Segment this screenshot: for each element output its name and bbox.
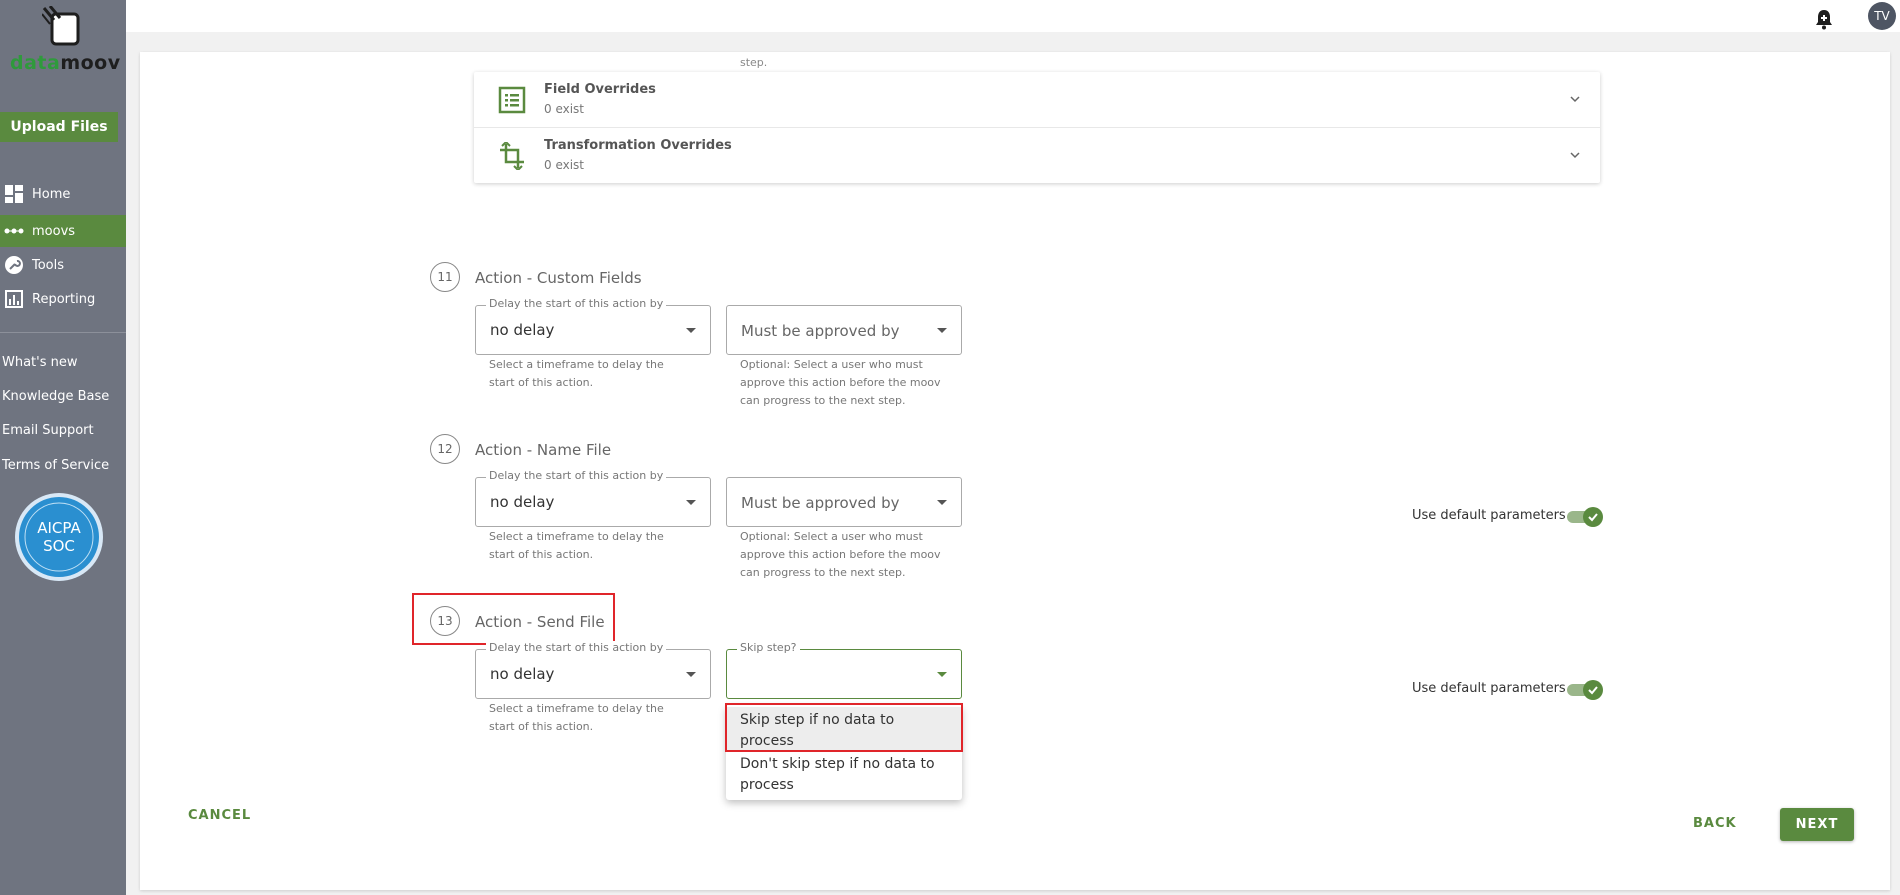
upload-files-button[interactable]: Upload Files [0,112,118,142]
default-params-toggle[interactable] [1567,680,1603,700]
overrides-panel: Field Overrides 0 exist Transformation O… [474,72,1600,183]
dropdown-arrow-icon [686,328,696,333]
field-overrides-count: 0 exist [544,102,585,116]
delay-select-label: Delay the start of this action by [486,641,667,654]
step-number-12: 12 [430,434,460,464]
notification-bell-icon[interactable] [1814,8,1834,30]
svg-text:AICPA: AICPA [37,519,81,537]
back-button[interactable]: BACK [1693,816,1737,831]
helper-text-tail: step. [740,56,768,69]
delay-select-value: no delay [490,321,555,339]
delay-select-label: Delay the start of this action by [486,469,667,482]
sidebar: datamoov Upload Files Home moovs Tools R… [0,0,126,895]
datamoov-logo[interactable]: datamoov [4,0,122,74]
dropdown-arrow-icon [686,672,696,677]
bar-chart-icon [4,289,24,309]
svg-text:SOC: SOC [43,537,75,555]
delay-helper-text: Select a timeframe to delay the start of… [489,358,664,389]
approver-helper-text: Optional: Select a user who must approve… [740,358,941,407]
sidebar-divider [0,332,126,333]
transformation-overrides-row[interactable]: Transformation Overrides 0 exist [474,127,1600,182]
approver-select-12[interactable]: Must be approved by [726,477,962,527]
sidebar-item-moovs[interactable]: moovs [0,215,126,247]
approver-select-placeholder: Must be approved by [741,494,900,512]
option-highlight [725,703,963,752]
approver-helper-text: Optional: Select a user who must approve… [740,530,941,579]
dots-icon [4,221,24,241]
chevron-down-icon[interactable] [1568,92,1582,106]
dropdown-arrow-icon [937,500,947,505]
transformation-overrides-title: Transformation Overrides [544,138,732,153]
knowledge-base-link[interactable]: Knowledge Base [2,389,109,404]
cancel-button[interactable]: CANCEL [188,808,251,823]
step-number-13: 13 [430,606,460,636]
approver-select-11[interactable]: Must be approved by [726,305,962,355]
delay-select-value: no delay [490,493,555,511]
delay-helper-text: Select a timeframe to delay the start of… [489,530,664,561]
step-number-11: 11 [430,262,460,292]
chevron-down-icon[interactable] [1568,148,1582,162]
sidebar-item-label: moovs [32,223,76,239]
terms-of-service-link[interactable]: Terms of Service [2,458,109,473]
wrench-icon [4,255,24,275]
sidebar-item-home[interactable]: Home [0,178,126,210]
crop-icon [500,142,524,170]
skip-step-label: Skip step? [737,641,800,654]
email-support-link[interactable]: Email Support [2,423,94,438]
dashboard-icon [4,184,24,204]
step-title-12: Action - Name File [475,441,612,459]
step-title-13: Action - Send File [475,613,605,631]
check-icon [1583,680,1603,700]
field-overrides-row[interactable]: Field Overrides 0 exist [474,72,1600,127]
skip-step-select[interactable]: Skip step? [726,641,962,699]
delay-select-12[interactable]: Delay the start of this action by no del… [475,469,711,527]
delay-select-13[interactable]: Delay the start of this action by no del… [475,641,711,699]
sidebar-item-label: Home [32,186,71,202]
delay-select-label: Delay the start of this action by [486,297,667,310]
aicpa-soc-badge: AICPA SOC [14,492,104,582]
step-title-11: Action - Custom Fields [475,269,642,287]
dropdown-arrow-icon [937,328,947,333]
dropdown-arrow-icon [686,500,696,505]
delay-select-value: no delay [490,665,555,683]
next-button[interactable]: NEXT [1780,808,1854,841]
sidebar-item-tools[interactable]: Tools [0,249,126,281]
sidebar-item-label: Reporting [32,291,96,307]
sidebar-item-reporting[interactable]: Reporting [0,283,126,315]
default-params-label: Use default parameters [1412,508,1566,523]
sidebar-item-label: Tools [32,257,65,273]
top-bar [126,0,1900,32]
default-params-toggle[interactable] [1567,507,1603,527]
delay-select-11[interactable]: Delay the start of this action by no del… [475,297,711,355]
check-icon [1583,507,1603,527]
dropdown-arrow-icon [937,672,947,677]
transformation-overrides-count: 0 exist [544,158,585,172]
default-params-label: Use default parameters [1412,681,1566,696]
list-icon [498,86,526,114]
logo-text: datamoov [10,52,121,74]
delay-helper-text: Select a timeframe to delay the start of… [489,702,664,733]
field-overrides-title: Field Overrides [544,82,656,97]
dont-skip-option[interactable]: Don't skip step if no data to process [726,752,962,796]
whats-new-link[interactable]: What's new [2,355,78,370]
logo-mark-icon [42,6,80,46]
user-avatar[interactable]: TV [1868,2,1896,30]
approver-select-placeholder: Must be approved by [741,322,900,340]
